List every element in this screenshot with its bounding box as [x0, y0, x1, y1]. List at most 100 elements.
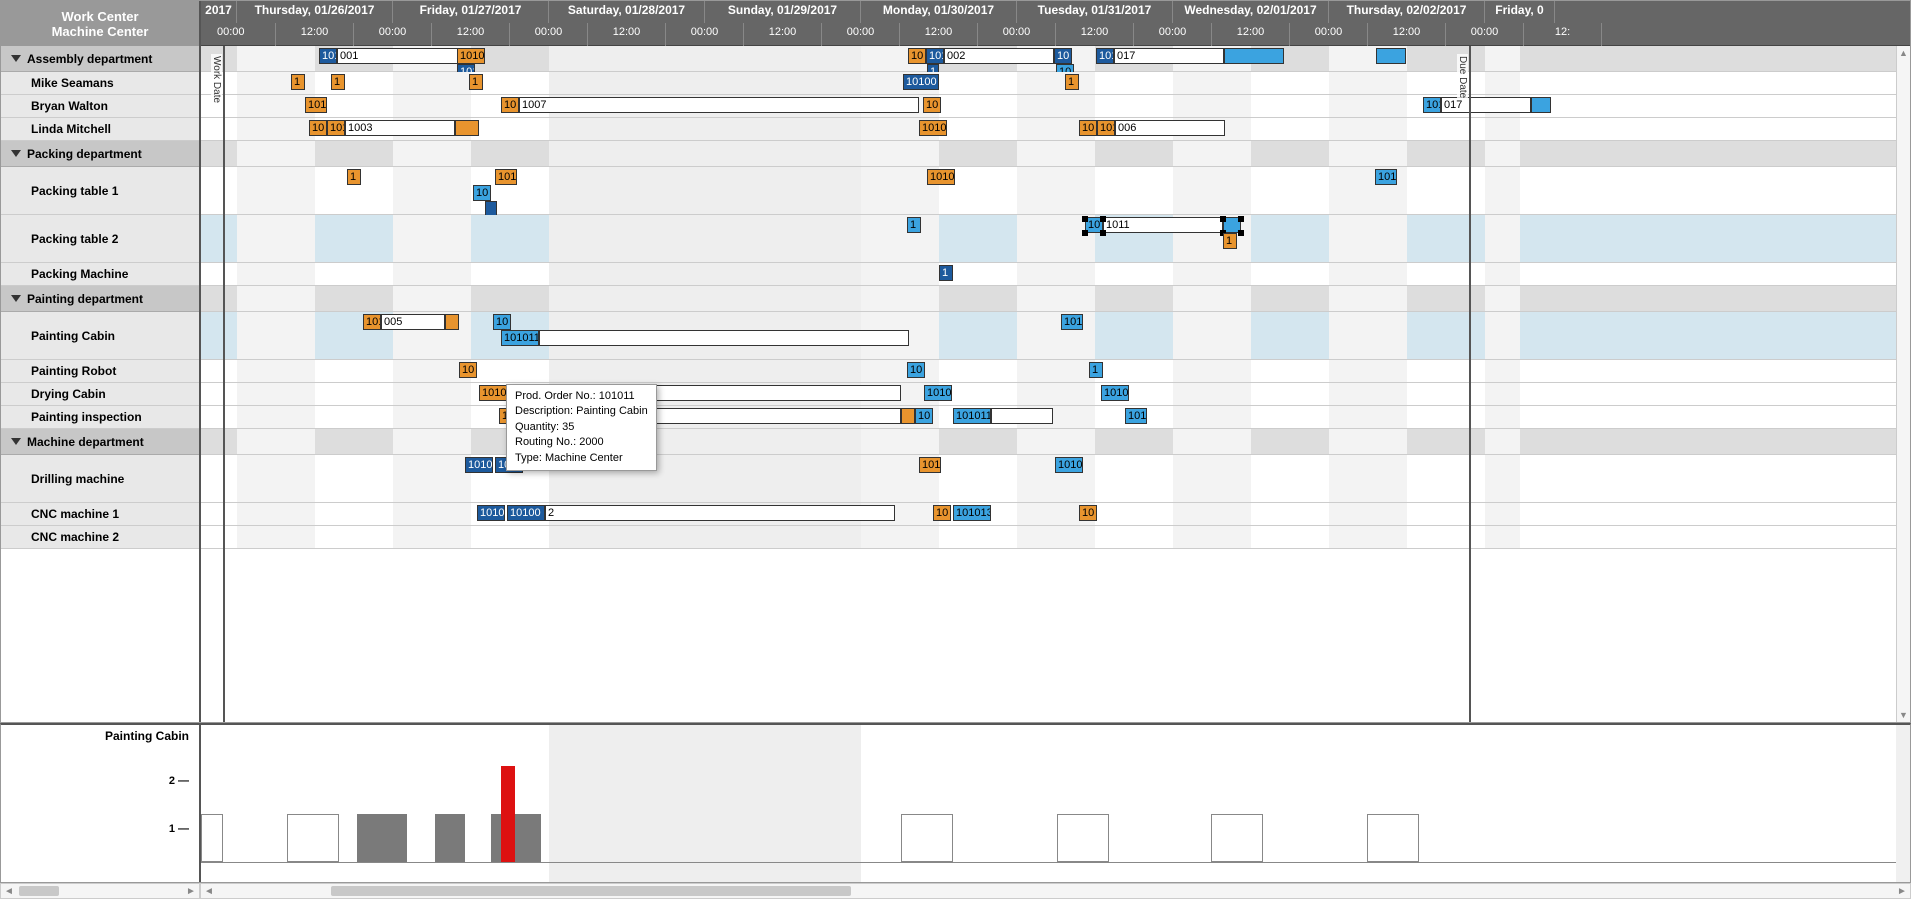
resource-row-label[interactable]: Mike Seamans — [1, 72, 199, 95]
gantt-resource-row[interactable]: 10100510101101011 — [201, 312, 1910, 360]
gantt-task[interactable]: 2 — [545, 505, 895, 521]
gantt-task[interactable]: 101011 — [501, 330, 539, 346]
gantt-resource-row[interactable]: 10101 — [201, 360, 1910, 383]
gantt-task[interactable]: 1010 — [465, 457, 493, 473]
load-bar[interactable] — [1057, 814, 1109, 862]
gantt-task[interactable]: 017 — [1441, 97, 1531, 113]
gantt-task[interactable]: 1 — [1223, 233, 1237, 249]
gantt-task[interactable]: 1007 — [519, 97, 919, 113]
gantt-task[interactable]: 1 — [939, 265, 953, 281]
gantt-task[interactable]: 101 — [1125, 408, 1147, 424]
expand-icon[interactable] — [11, 55, 21, 62]
gantt-task[interactable]: 017 — [1114, 48, 1224, 64]
gantt-task[interactable]: 10 — [1079, 505, 1097, 521]
resource-row-label[interactable]: CNC machine 1 — [1, 503, 199, 526]
selection-handle[interactable] — [1220, 216, 1226, 222]
gantt-task[interactable]: 1011 — [1103, 217, 1223, 233]
gantt-task[interactable]: 1010 — [1101, 385, 1129, 401]
gantt-task[interactable]: 10 — [309, 120, 327, 136]
gantt-task[interactable]: 1010 — [457, 48, 485, 64]
gantt-resource-row[interactable]: 101010101010 — [201, 383, 1910, 406]
load-bar[interactable] — [357, 814, 407, 862]
gantt-scroll-thumb[interactable] — [331, 886, 851, 896]
group-row[interactable]: Packing department — [1, 141, 199, 167]
gantt-resource-row[interactable]: 1101101010110 — [201, 167, 1910, 215]
selection-handle[interactable] — [1100, 216, 1106, 222]
resource-row-label[interactable]: Drying Cabin — [1, 383, 199, 406]
gantt-task[interactable] — [641, 408, 901, 424]
resource-row-label[interactable]: Painting Cabin — [1, 312, 199, 360]
load-bar[interactable] — [1367, 814, 1419, 862]
gantt-task[interactable] — [641, 385, 901, 401]
gantt-task[interactable]: 1010 — [919, 120, 947, 136]
gantt-task[interactable]: 101011 — [953, 408, 991, 424]
tree-h-scrollbar[interactable]: ◄ ► — [0, 883, 200, 899]
gantt-task[interactable]: 101 — [495, 169, 517, 185]
gantt-task[interactable]: 101 — [1097, 120, 1115, 136]
selection-handle[interactable] — [1238, 216, 1244, 222]
scroll-left-icon[interactable]: ◄ — [1, 886, 17, 897]
gantt-task[interactable] — [901, 408, 915, 424]
gantt-task[interactable]: 101 — [1061, 314, 1083, 330]
resource-row-label[interactable]: Packing table 2 — [1, 215, 199, 263]
load-bar[interactable] — [435, 814, 465, 862]
gantt-task[interactable]: 101 — [319, 48, 337, 64]
gantt-task[interactable] — [1531, 97, 1551, 113]
gantt-resource-row[interactable]: 111101001 — [201, 72, 1910, 95]
gantt-task[interactable]: 1010 — [477, 505, 505, 521]
gantt-task[interactable]: 1 — [347, 169, 361, 185]
scroll-right-icon[interactable]: ► — [183, 886, 199, 897]
load-bar[interactable] — [501, 766, 515, 862]
gantt-task[interactable]: 1010 — [1055, 457, 1083, 473]
gantt-group-row[interactable] — [201, 286, 1910, 312]
load-bar[interactable] — [1211, 814, 1263, 862]
gantt-task[interactable]: 101 — [1423, 97, 1441, 113]
load-bar[interactable] — [287, 814, 339, 862]
gantt-task[interactable]: 10 — [1079, 120, 1097, 136]
gantt-task[interactable]: 10 — [908, 48, 926, 64]
group-row[interactable]: Machine department — [1, 429, 199, 455]
gantt-task[interactable] — [539, 330, 909, 346]
expand-icon[interactable] — [11, 438, 21, 445]
vertical-scrollbar[interactable]: ▲ ▼ — [1896, 46, 1910, 722]
group-row[interactable]: Painting department — [1, 286, 199, 312]
load-chart[interactable] — [201, 725, 1910, 882]
gantt-task[interactable] — [1376, 48, 1406, 64]
resource-row-label[interactable]: Painting Robot — [1, 360, 199, 383]
expand-icon[interactable] — [11, 150, 21, 157]
resource-row-label[interactable]: Drilling machine — [1, 455, 199, 503]
group-row[interactable]: Assembly department — [1, 46, 199, 72]
gantt-task[interactable]: 101 — [305, 97, 327, 113]
selection-handle[interactable] — [1082, 230, 1088, 236]
gantt-task[interactable]: 101013 — [953, 505, 991, 521]
selection-handle[interactable] — [1100, 230, 1106, 236]
gantt-task[interactable]: 101 — [1096, 48, 1114, 64]
gantt-resource-row[interactable]: 110101011101 — [201, 406, 1910, 429]
gantt-resource-row[interactable]: 101010101011010 — [201, 455, 1910, 503]
expand-icon[interactable] — [11, 295, 21, 302]
gantt-task[interactable]: 002 — [944, 48, 1054, 64]
gantt-task[interactable]: 006 — [1115, 120, 1225, 136]
gantt-resource-row[interactable]: 1 — [201, 263, 1910, 286]
gantt-task[interactable]: 10100 — [903, 74, 939, 90]
gantt-task[interactable]: 1010 — [924, 385, 952, 401]
gantt-resource-row[interactable]: 10101010021010101310 — [201, 503, 1910, 526]
gantt-task[interactable]: 10100 — [507, 505, 545, 521]
gantt-task[interactable]: 1010 — [927, 169, 955, 185]
resource-row-label[interactable]: CNC machine 2 — [1, 526, 199, 549]
gantt-task[interactable]: 1003 — [345, 120, 455, 136]
gantt-task[interactable]: 10 — [1054, 48, 1072, 64]
gantt-task[interactable]: 10 — [459, 362, 477, 378]
gantt-task[interactable] — [991, 408, 1053, 424]
gantt-task[interactable]: 101 — [919, 457, 941, 473]
load-bar[interactable] — [901, 814, 953, 862]
scroll-right-icon[interactable]: ► — [1894, 886, 1910, 897]
gantt-task[interactable]: 001 — [337, 48, 467, 64]
gantt-resource-row[interactable]: 10110100710101017 — [201, 95, 1910, 118]
gantt-task[interactable]: 101 — [363, 314, 381, 330]
gantt-task[interactable]: 101 — [1375, 169, 1397, 185]
gantt-group-row[interactable] — [201, 429, 1910, 455]
resource-row-label[interactable]: Packing Machine — [1, 263, 199, 286]
gantt-task[interactable] — [445, 314, 459, 330]
scroll-down-arrow[interactable]: ▼ — [1897, 708, 1910, 722]
